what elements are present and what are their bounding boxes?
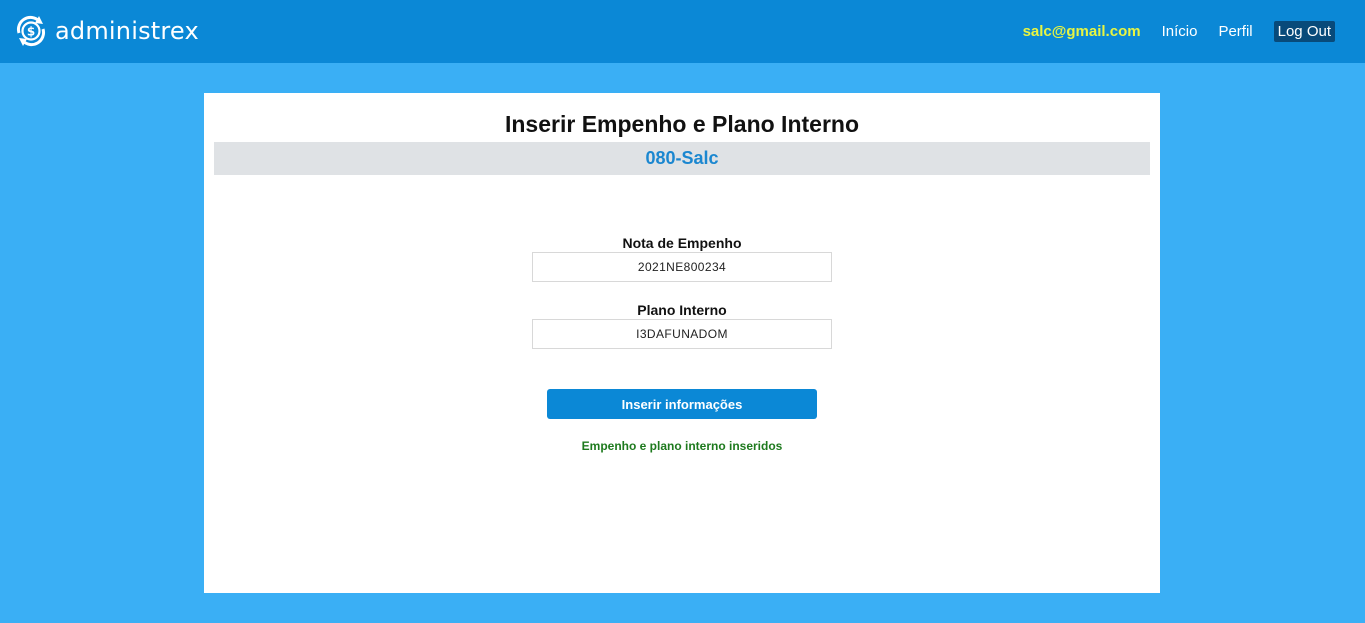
nota-empenho-label: Nota de Empenho: [622, 235, 742, 251]
brand-name: administrex: [55, 17, 199, 45]
brand-logo[interactable]: $ administrex: [13, 13, 199, 49]
nav-link-inicio[interactable]: Início: [1162, 23, 1198, 40]
svg-text:$: $: [27, 25, 35, 39]
plano-interno-label: Plano Interno: [637, 302, 727, 318]
user-email: salc@gmail.com: [1022, 22, 1141, 40]
plano-interno-input[interactable]: [532, 319, 832, 349]
nav-links: salc@gmail.com Início Perfil Log Out: [1023, 19, 1335, 43]
dollar-refresh-icon: $: [16, 15, 46, 47]
top-navbar: $ administrex salc@gmail.com Início Perf…: [0, 0, 1365, 63]
nota-empenho-input[interactable]: [532, 252, 832, 282]
form-card: Inserir Empenho e Plano Interno 080-Salc…: [204, 93, 1160, 593]
unit-banner: 080-Salc: [214, 142, 1150, 175]
success-message: Empenho e plano interno inseridos: [581, 439, 783, 453]
nav-link-perfil[interactable]: Perfil: [1218, 23, 1252, 40]
insert-info-button[interactable]: Inserir informações: [547, 389, 817, 419]
page-title: Inserir Empenho e Plano Interno: [504, 111, 859, 137]
logout-button[interactable]: Log Out: [1273, 20, 1335, 42]
